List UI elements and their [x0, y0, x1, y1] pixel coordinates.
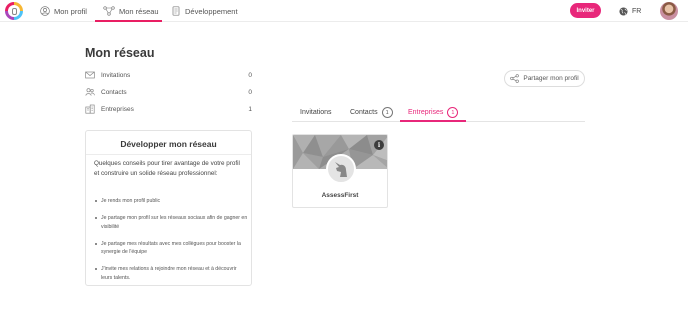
stat-label: Invitations	[101, 71, 131, 79]
page-title: Mon réseau	[85, 46, 155, 60]
globe-icon	[619, 6, 628, 16]
language-selector[interactable]: FR	[619, 4, 641, 18]
tips-intro: Quelques conseils pour tirer avantage de…	[94, 160, 240, 177]
nav-label: Mon réseau	[119, 6, 159, 16]
people-icon	[85, 88, 95, 96]
share-icon	[510, 74, 520, 83]
stat-row-entreprises[interactable]: Entreprises 1	[85, 103, 252, 115]
unicorn-icon	[335, 162, 347, 177]
company-name: AssessFirst	[321, 192, 359, 199]
tip-item: Je partage mes résultats avec mes collèg…	[94, 240, 249, 257]
nav-label: Développement	[185, 6, 238, 16]
stat-count: 0	[248, 71, 252, 79]
tips-list: Je rends mon profil public Je partage mo…	[94, 197, 249, 291]
tab-label: Contacts	[350, 109, 378, 116]
stat-label: Contacts	[101, 88, 127, 96]
stat-row-invitations[interactable]: Invitations 0	[85, 69, 252, 81]
share-label: Partager mon profil	[523, 75, 579, 82]
top-navigation-bar: Mon profil Mon réseau Développement Invi…	[0, 0, 688, 22]
company-logo	[326, 154, 356, 184]
stat-count: 1	[248, 105, 252, 113]
tab-invitations[interactable]: Invitations	[300, 103, 332, 122]
tips-title: Développer mon réseau	[120, 139, 217, 149]
nav-item-developpement[interactable]: Développement	[171, 0, 238, 22]
tab-label: Invitations	[300, 109, 332, 116]
info-icon[interactable]: i	[374, 140, 384, 150]
tip-item: J'invite mes relations à rejoindre mon r…	[94, 265, 249, 282]
tab-contacts[interactable]: Contacts 1	[350, 103, 393, 122]
user-circle-icon	[40, 6, 50, 16]
tip-item: Je rends mon profil public	[94, 197, 249, 206]
tab-count-badge: 1	[381, 107, 393, 118]
stat-row-contacts[interactable]: Contacts 0	[85, 86, 252, 98]
user-avatar[interactable]	[660, 2, 678, 20]
tab-count-badge: 1	[447, 107, 459, 118]
invite-button[interactable]: Inviter	[570, 3, 601, 18]
nav-item-mon-profil[interactable]: Mon profil	[40, 0, 87, 22]
active-nav-indicator	[95, 20, 162, 22]
nav-label: Mon profil	[54, 6, 87, 16]
active-tab-indicator	[400, 120, 466, 122]
building-icon	[85, 104, 95, 114]
tip-item: Je partage mon profil sur les réseaux so…	[94, 214, 249, 231]
document-icon	[172, 6, 180, 16]
network-icon	[103, 6, 115, 16]
stat-count: 0	[248, 88, 252, 96]
divider	[86, 154, 251, 155]
network-tips-card: Développer mon réseau Quelques conseils …	[85, 130, 252, 286]
app-logo[interactable]	[5, 2, 23, 20]
envelope-icon	[85, 71, 95, 79]
tab-label: Entreprises	[408, 109, 444, 116]
nav-item-mon-reseau[interactable]: Mon réseau	[103, 0, 159, 22]
stat-label: Entreprises	[101, 105, 134, 113]
company-card[interactable]: i AssessFirst	[292, 134, 388, 208]
share-profile-button[interactable]: Partager mon profil	[504, 70, 585, 87]
language-label: FR	[632, 7, 642, 15]
